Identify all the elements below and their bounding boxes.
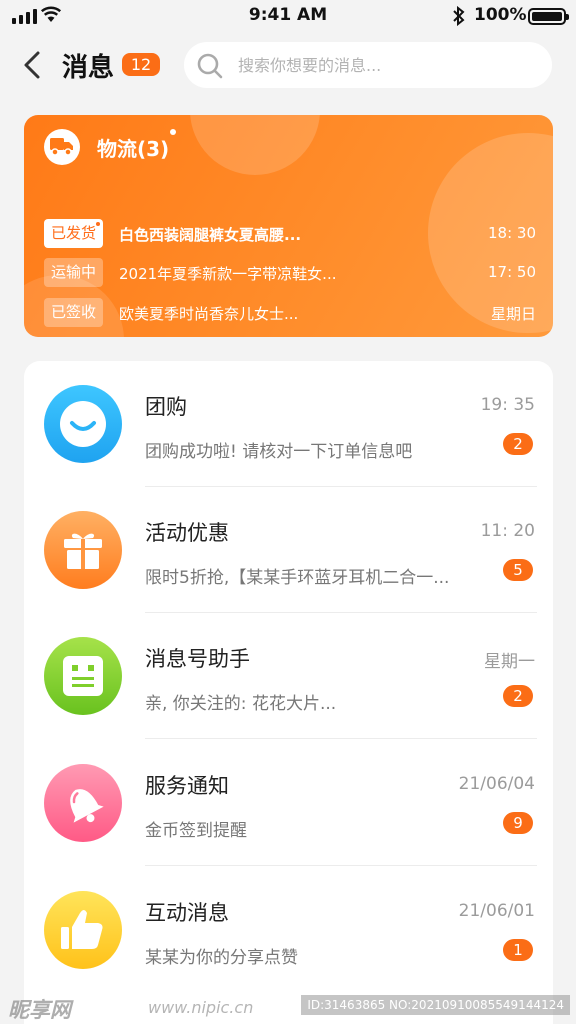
status-tag: 运输中 [44, 258, 103, 287]
bell-icon [44, 764, 122, 842]
logistics-row[interactable]: 运输中 2021年夏季新款一字带凉鞋女... 17: 50 [44, 258, 536, 288]
status-bar: 9:41 AM 100% [0, 0, 576, 34]
back-button[interactable] [18, 50, 48, 80]
search-input[interactable] [238, 42, 538, 88]
bluetooth-icon [453, 6, 465, 26]
unread-badge: 5 [503, 559, 533, 581]
status-tag: 已发货 [44, 219, 103, 248]
thumbs-up-icon [44, 891, 122, 969]
message-list: 团购 19: 35 团购成功啦! 请核对一下订单信息吧 2 活动优惠 11: 2… [24, 361, 553, 1024]
message-item-promotions[interactable]: 活动优惠 11: 20 限时5折抢,【某某手环蓝牙耳机二合一... 5 [24, 487, 553, 613]
battery-icon [528, 8, 569, 25]
logistics-item-text: 欧美夏季时尚香奈儿女士... [119, 305, 299, 323]
truck-icon [44, 129, 80, 165]
watermark-id: ID:31463865 NO:20210910085549144124 [301, 995, 570, 1015]
message-title: 服务通知 [145, 774, 229, 798]
message-time: 21/06/01 [458, 901, 535, 921]
robot-icon [44, 637, 122, 715]
logistics-item-time: 18: 30 [488, 224, 536, 242]
logistics-item-time: 星期日 [490, 305, 536, 323]
decor-circle [190, 115, 320, 175]
watermark-brand: 昵享网 [8, 998, 71, 1022]
unread-badge: 2 [503, 685, 533, 707]
logistics-row[interactable]: 已签收 欧美夏季时尚香奈儿女士... 星期日 [44, 298, 536, 328]
message-item-interactions[interactable]: 互动消息 21/06/01 某某为你的分享点赞 1 [24, 867, 553, 993]
logistics-item-text: 2021年夏季新款一字带凉鞋女... [119, 265, 337, 283]
message-preview: 某某为你的分享点赞 [145, 948, 298, 968]
message-time: 19: 35 [480, 395, 535, 415]
unread-dot [170, 129, 176, 135]
unread-badge: 9 [503, 812, 533, 834]
message-time: 11: 20 [480, 521, 535, 541]
message-item-assistant[interactable]: 消息号助手 星期一 亲, 你关注的: 花花大片... 2 [24, 613, 553, 739]
message-preview: 团购成功啦! 请核对一下订单信息吧 [145, 442, 413, 462]
divider [145, 865, 537, 866]
message-title: 互动消息 [145, 901, 229, 925]
message-item-service-notice[interactable]: 服务通知 21/06/04 金币签到提醒 9 [24, 740, 553, 866]
unread-badge: 2 [503, 433, 533, 455]
logistics-row[interactable]: 已发货 白色西装阔腿裤女夏高腰... 18: 30 [44, 219, 536, 249]
watermark-site: www.nipic.cn [148, 998, 254, 1017]
message-item-group-buy[interactable]: 团购 19: 35 团购成功啦! 请核对一下订单信息吧 2 [24, 361, 553, 487]
unread-badge: 1 [503, 939, 533, 961]
gift-icon [44, 511, 122, 589]
message-time: 星期一 [484, 652, 535, 672]
message-preview: 限时5折抢,【某某手环蓝牙耳机二合一... [145, 568, 450, 588]
watermark: 昵享网 www.nipic.cn ID:31463865 NO:20210910… [0, 990, 576, 1024]
unread-count-badge: 12 [122, 53, 160, 76]
message-title: 活动优惠 [145, 521, 229, 545]
battery-percent: 100% [474, 5, 527, 25]
page-title: 消息 [62, 53, 115, 83]
message-time: 21/06/04 [458, 774, 535, 794]
nav-bar: 消息 12 [0, 40, 576, 90]
message-preview: 亲, 你关注的: 花花大片... [145, 694, 337, 714]
message-title: 消息号助手 [145, 647, 250, 671]
status-tag: 已签收 [44, 298, 103, 327]
search-bar[interactable] [184, 42, 552, 88]
logistics-title: 物流(3) [97, 137, 170, 161]
logistics-item-text: 白色西装阔腿裤女夏高腰... [119, 226, 302, 244]
smile-icon [44, 385, 122, 463]
search-icon [197, 53, 223, 79]
logistics-card[interactable]: 物流(3) 已发货 白色西装阔腿裤女夏高腰... 18: 30 运输中 2021… [24, 115, 553, 337]
message-title: 团购 [145, 395, 187, 419]
logistics-item-time: 17: 50 [488, 263, 536, 281]
message-preview: 金币签到提醒 [145, 821, 247, 841]
divider [145, 738, 537, 739]
